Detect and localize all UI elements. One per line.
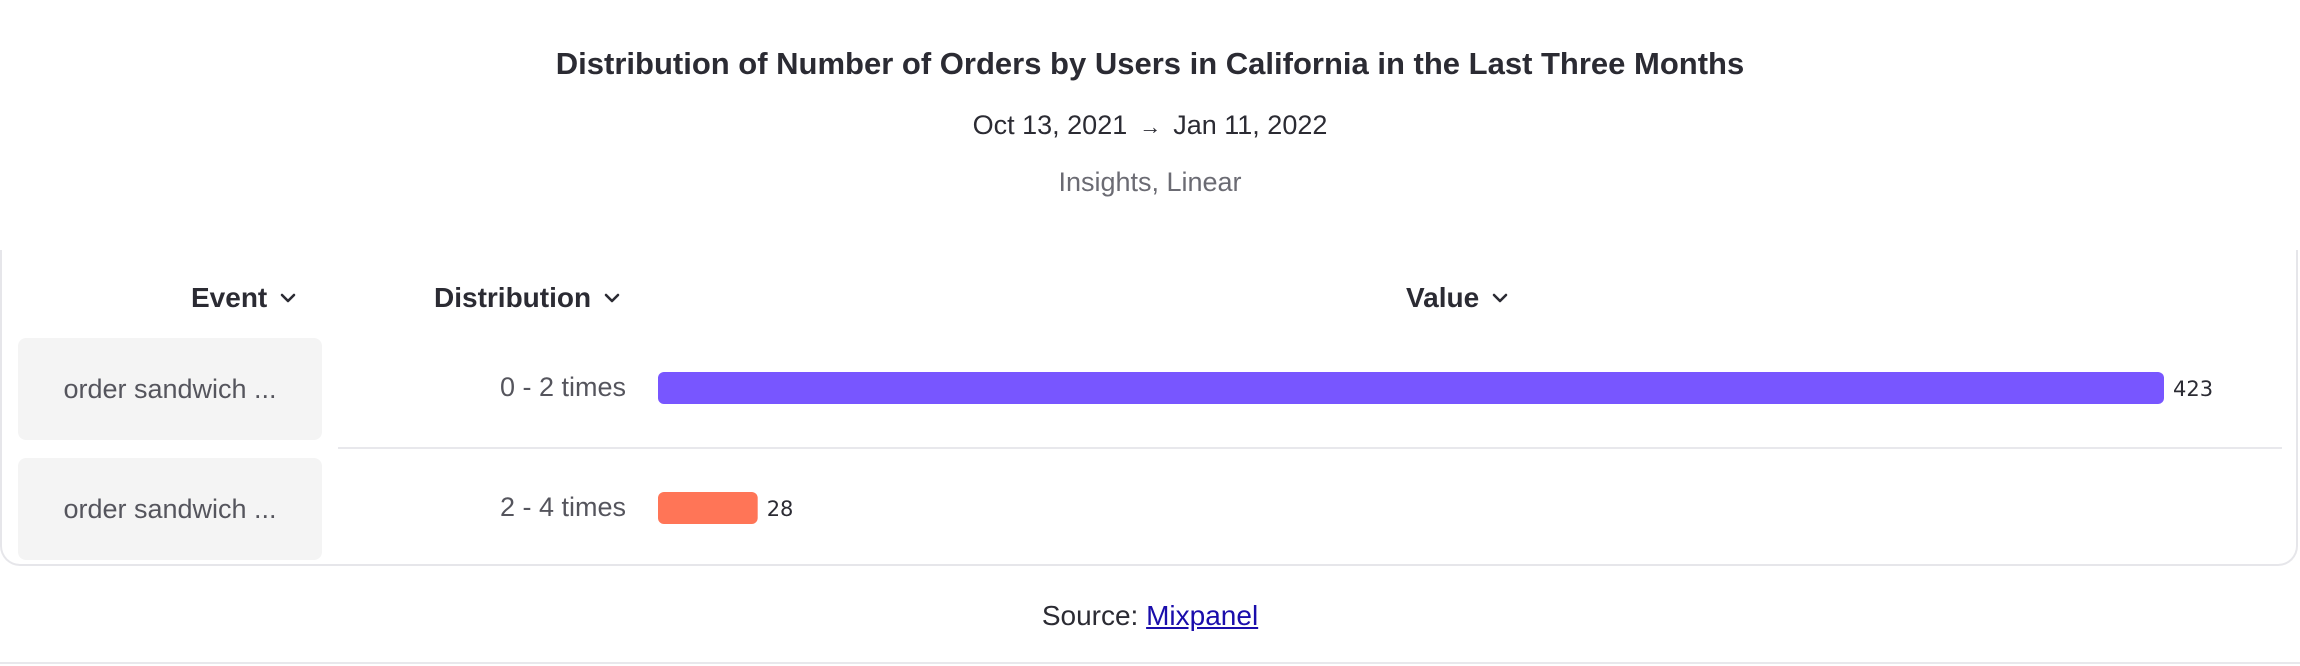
bar[interactable] <box>658 372 2164 404</box>
bar-chart: 423 28 <box>658 372 2213 524</box>
source-link[interactable]: Mixpanel <box>1146 600 1258 631</box>
bar-value-label: 28 <box>767 497 794 521</box>
footer-divider <box>0 662 2300 664</box>
bar[interactable] <box>658 492 758 524</box>
source-line: Source: Mixpanel <box>0 600 2300 632</box>
bar-value-label: 423 <box>2173 377 2213 401</box>
source-prefix: Source: <box>1041 600 1147 631</box>
